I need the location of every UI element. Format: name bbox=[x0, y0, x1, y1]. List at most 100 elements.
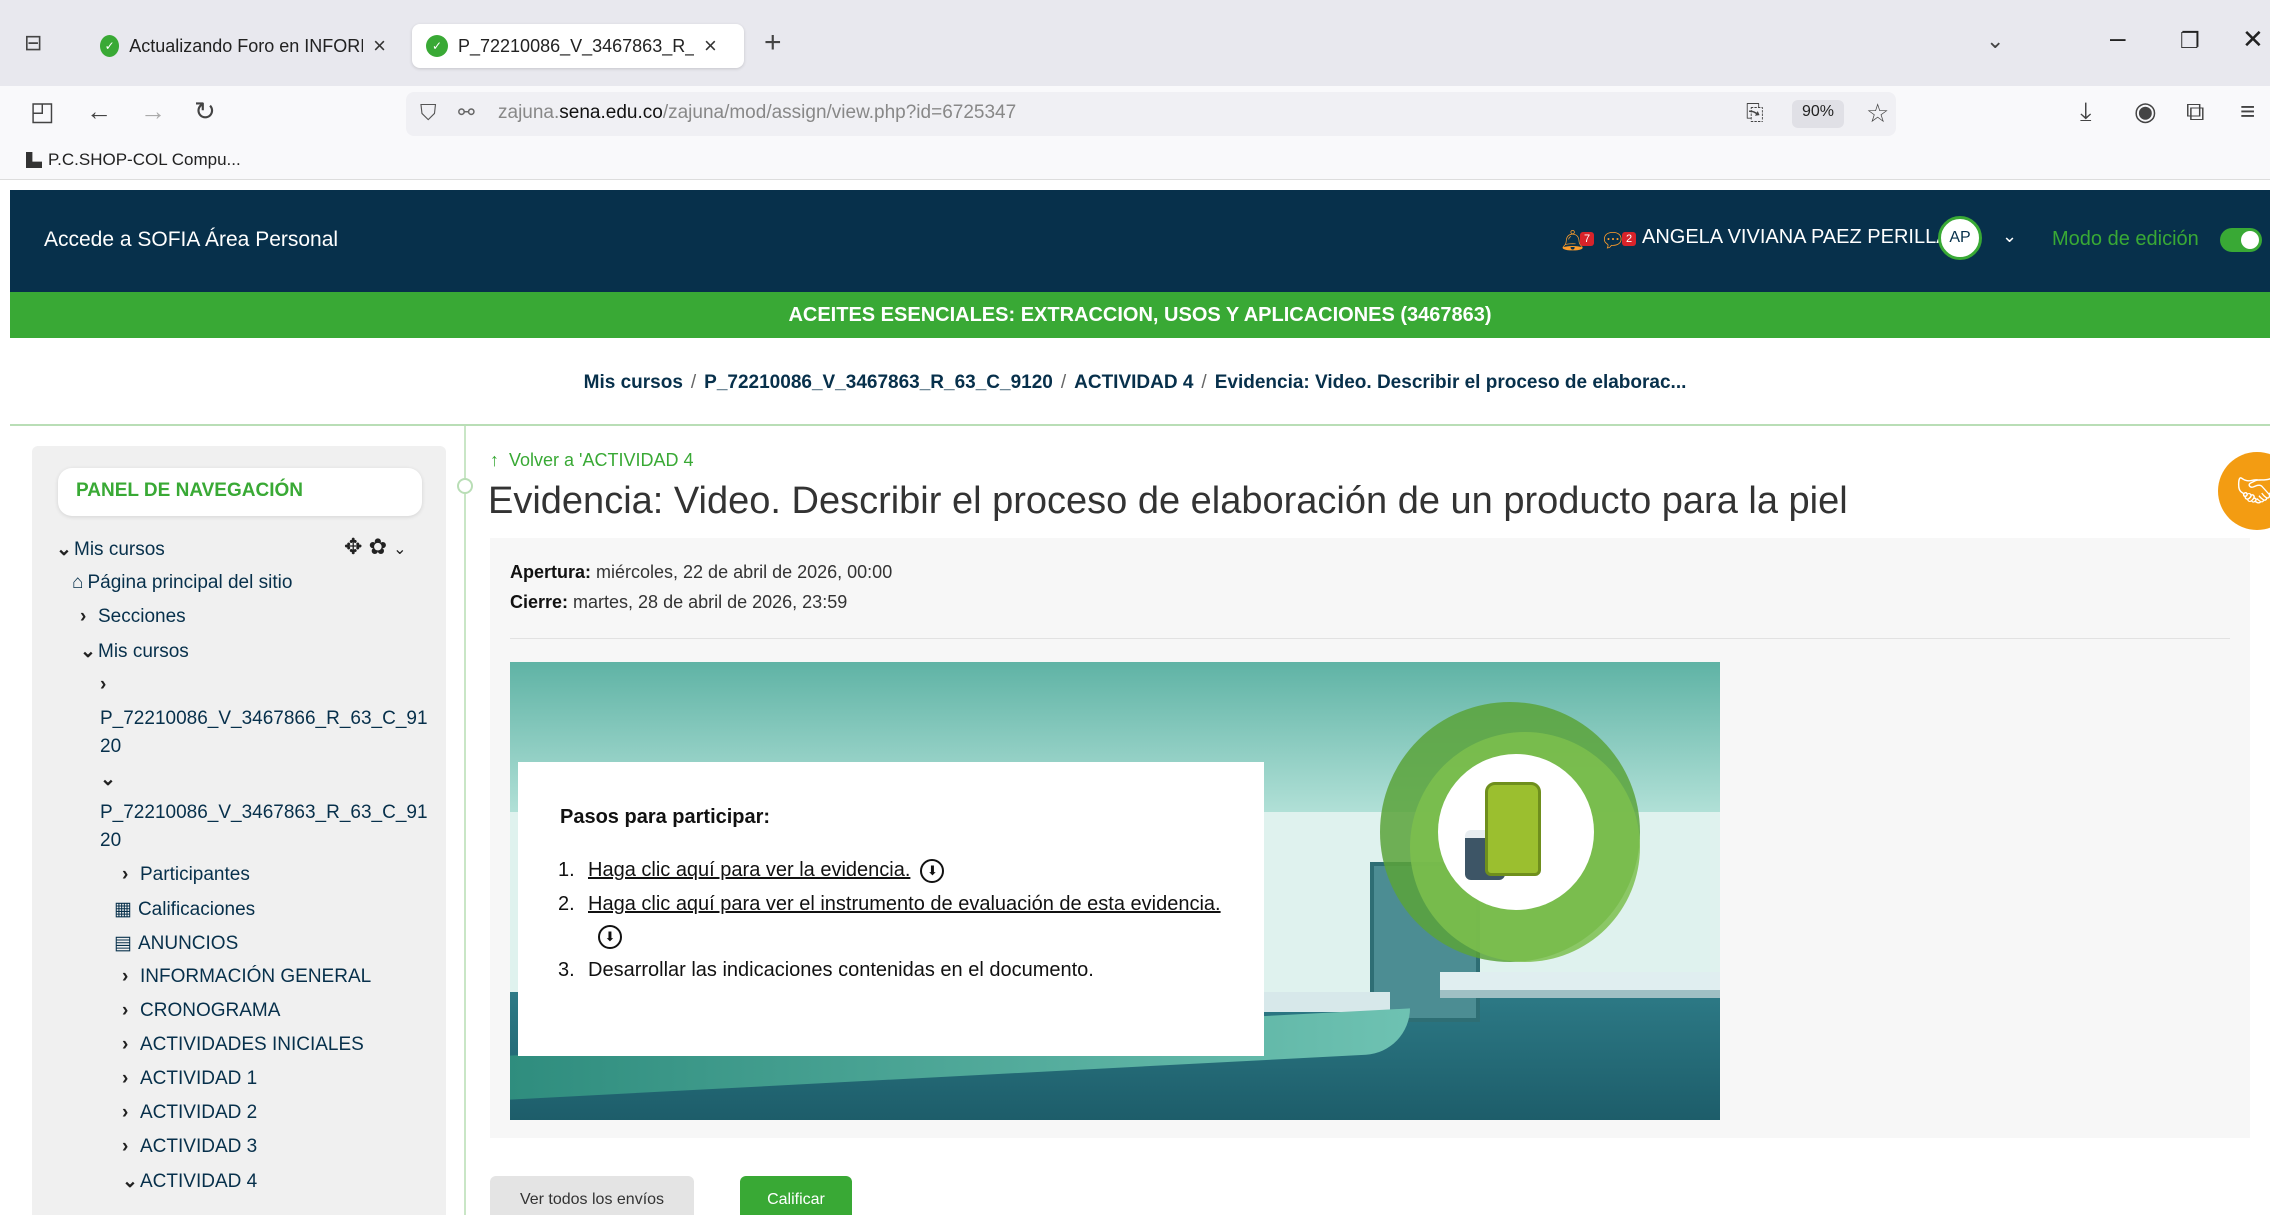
chevron-down-icon[interactable]: ⌄ bbox=[2002, 226, 2017, 247]
url-bar[interactable]: ⛉ ⚯ zajuna.sena.edu.co/zajuna/mod/assign… bbox=[406, 92, 1896, 136]
url-text[interactable]: zajuna.sena.edu.co/zajuna/mod/assign/vie… bbox=[498, 102, 1016, 124]
evaluation-instrument-link[interactable]: Haga clic aquí para ver el instrumento d… bbox=[588, 893, 1221, 915]
header-link-sofia[interactable]: Accede a SOFIA bbox=[44, 228, 200, 252]
browser-tab-strip: ⊟ ✓ Actualizando Foro en INFORMÁ × ✓ P_7… bbox=[0, 0, 2270, 86]
table-icon: ▦ bbox=[114, 899, 132, 920]
breadcrumb-separator: / bbox=[1060, 372, 1067, 393]
notification-count-badge: 7 bbox=[1580, 232, 1595, 246]
new-tab-icon[interactable]: + bbox=[764, 26, 782, 60]
nav-item-informacion-general[interactable]: › INFORMACIÓN GENERAL bbox=[122, 966, 371, 988]
nav-item-participantes[interactable]: › Participantes bbox=[122, 864, 250, 886]
chevron-right-icon: › bbox=[122, 1068, 129, 1089]
breadcrumb-item[interactable]: ACTIVIDAD 4 bbox=[1074, 372, 1193, 393]
header-link-area-personal[interactable]: Área Personal bbox=[205, 228, 338, 252]
course-title-bar: ACEITES ESENCIALES: EXTRACCION, USOS Y A… bbox=[10, 292, 2270, 338]
close-icon[interactable]: ✕ bbox=[2242, 24, 2264, 55]
close-tab-icon[interactable]: × bbox=[704, 33, 717, 59]
permissions-icon[interactable]: ⚯ bbox=[458, 100, 475, 125]
nav-item-cronograma[interactable]: › CRONOGRAMA bbox=[122, 1000, 280, 1022]
maximize-icon[interactable]: ❐ bbox=[2180, 28, 2200, 54]
edit-mode-label: Modo de edición bbox=[2052, 228, 2199, 250]
nav-item-pagina-principal[interactable]: ⌂ Página principal del sitio bbox=[72, 572, 292, 594]
breadcrumb-separator: / bbox=[1201, 372, 1207, 393]
zoom-level[interactable]: 90% bbox=[1792, 100, 1845, 128]
chevron-right-icon: › bbox=[122, 966, 129, 987]
nav-item-actividad-2[interactable]: › ACTIVIDAD 2 bbox=[122, 1102, 257, 1124]
sidebar-toggle-icon[interactable]: ◰ bbox=[30, 96, 55, 127]
course-title[interactable]: ACEITES ESENCIALES: EXTRACCION, USOS Y A… bbox=[788, 304, 1491, 327]
nav-item-anuncios[interactable]: ▤ ANUNCIOS bbox=[114, 932, 238, 955]
forward-icon[interactable]: → bbox=[140, 96, 166, 127]
sena-favicon-icon: ✓ bbox=[100, 35, 120, 57]
nav-item-actividad-3[interactable]: › ACTIVIDAD 3 bbox=[122, 1136, 257, 1158]
timeline-line bbox=[464, 426, 466, 1215]
user-name[interactable]: ANGELA VIVIANA PAEZ PERILLA bbox=[1642, 226, 1950, 249]
gear-icon[interactable]: ✿ bbox=[369, 534, 387, 559]
chevron-down-icon[interactable]: ⌄ bbox=[393, 541, 406, 558]
shield-icon[interactable]: ⛉ bbox=[420, 100, 437, 126]
breadcrumb: Mis cursos / P_72210086_V_3467863_R_63_C_9… bbox=[0, 372, 2270, 394]
bookmark-item[interactable]: P.C.SHOP-COL Compu... bbox=[26, 150, 241, 170]
nav-item-secciones[interactable]: › Secciones bbox=[80, 606, 186, 628]
nav-item-mis-cursos-2[interactable]: ⌄ Mis cursos bbox=[80, 640, 189, 663]
chevron-down-icon[interactable]: ⌄ bbox=[100, 768, 118, 791]
breadcrumb-separator: / bbox=[690, 372, 697, 393]
step-3: 3. Desarrollar las indicaciones contenida… bbox=[558, 959, 1094, 981]
close-tab-icon[interactable]: × bbox=[373, 33, 386, 59]
breadcrumb-item[interactable]: P_72210086_V_3467863_R_63_C_9120 bbox=[704, 372, 1053, 393]
nav-item-course-3467866[interactable]: P_72210086_V_3467866_R_63_C_91 bbox=[100, 708, 428, 730]
breadcrumb-item[interactable]: Mis cursos bbox=[584, 372, 683, 393]
reload-icon[interactable]: ↻ bbox=[194, 96, 216, 127]
tab-list-icon[interactable]: ⊟ bbox=[24, 30, 52, 58]
edit-mode-toggle[interactable] bbox=[2220, 228, 2262, 252]
message-count-badge: 2 bbox=[1622, 232, 1637, 246]
chevron-right-icon: › bbox=[122, 1136, 129, 1157]
evidence-link[interactable]: Haga clic aquí para ver la evidencia. bbox=[588, 859, 910, 881]
view-all-submissions-button[interactable]: Ver todos los envíos bbox=[490, 1176, 694, 1215]
page-title: Evidencia: Video. Describir el proceso d… bbox=[488, 480, 1848, 522]
nav-item-course-3467866-suffix[interactable]: 20 bbox=[100, 736, 121, 758]
panel-tools: ✥ ✿ ⌄ bbox=[344, 534, 407, 560]
move-icon[interactable]: ✥ bbox=[344, 534, 362, 559]
avatar[interactable]: AP bbox=[1938, 216, 1982, 260]
nav-item-actividades-iniciales[interactable]: › ACTIVIDADES INICIALES bbox=[122, 1034, 364, 1056]
bookmarks-bar: P.C.SHOP-COL Compu... bbox=[0, 142, 2270, 180]
download-icon[interactable]: ⬇ bbox=[598, 924, 622, 949]
star-icon[interactable]: ☆ bbox=[1866, 98, 1889, 129]
download-icon[interactable]: ⤓ bbox=[2080, 96, 2092, 128]
chevron-right-icon: › bbox=[122, 864, 129, 885]
nav-item-mis-cursos[interactable]: ⌄ Mis cursos bbox=[56, 538, 165, 561]
navigation-panel: PANEL DE NAVEGACIÓN ✥ ✿ ⌄ ⌄ Mis cursos ⌂ P… bbox=[32, 446, 446, 1215]
back-to-activity-link[interactable]: ↑ Volver a 'ACTIVIDAD 4 bbox=[490, 450, 694, 471]
menu-icon[interactable]: ≡ bbox=[2240, 96, 2255, 127]
nav-item-actividad-1[interactable]: › ACTIVIDAD 1 bbox=[122, 1068, 257, 1090]
chevron-down-icon: ⌄ bbox=[80, 641, 96, 662]
site-header: Accede a SOFIA Área Personal 🔔︎ 7 💬︎ 2 A… bbox=[10, 190, 2270, 292]
bookmark-icon bbox=[26, 152, 42, 168]
activity-banner: Pasos para participar: 1. Haga clic aquí … bbox=[510, 662, 1720, 1120]
nav-item-actividad-4[interactable]: ⌄ ACTIVIDAD 4 bbox=[122, 1170, 257, 1193]
minimize-icon[interactable]: – bbox=[2110, 22, 2126, 54]
divider bbox=[10, 424, 2270, 426]
handshake-icon[interactable]: 🤝︎ bbox=[2218, 452, 2270, 530]
back-icon[interactable]: ← bbox=[86, 96, 112, 127]
reader-icon[interactable]: ⎘ bbox=[1746, 100, 1764, 126]
step-2: 2. Haga clic aquí para ver el instrumento… bbox=[558, 888, 1228, 952]
browser-tab-2[interactable]: ✓ P_72210086_V_3467863_R_63_C × bbox=[412, 24, 744, 68]
breadcrumb-item[interactable]: Evidencia: Video. Describir el proceso d… bbox=[1215, 372, 1687, 393]
download-icon[interactable]: ⬇ bbox=[920, 858, 945, 883]
grade-button[interactable]: Calificar bbox=[740, 1176, 852, 1215]
tab-label: P_72210086_V_3467863_R_63_C bbox=[458, 35, 694, 56]
chevron-down-icon[interactable]: ⌄ bbox=[1986, 28, 2004, 54]
timeline-dot bbox=[457, 478, 473, 494]
tab-label: Actualizando Foro en INFORMÁ bbox=[129, 35, 364, 56]
forum-icon: ▤ bbox=[114, 933, 132, 954]
chevron-right-icon[interactable]: › bbox=[100, 674, 118, 696]
account-icon[interactable]: ◉ bbox=[2134, 96, 2157, 127]
nav-item-calificaciones[interactable]: ▦ Calificaciones bbox=[114, 898, 255, 921]
chevron-right-icon: › bbox=[122, 1034, 129, 1055]
nav-item-course-3467863[interactable]: P_72210086_V_3467863_R_63_C_91 bbox=[100, 802, 428, 824]
browser-tab-1[interactable]: ✓ Actualizando Foro en INFORMÁ × bbox=[86, 24, 400, 68]
extensions-icon[interactable]: ⧉ bbox=[2186, 96, 2205, 128]
nav-item-course-3467863-suffix[interactable]: 20 bbox=[100, 830, 121, 852]
